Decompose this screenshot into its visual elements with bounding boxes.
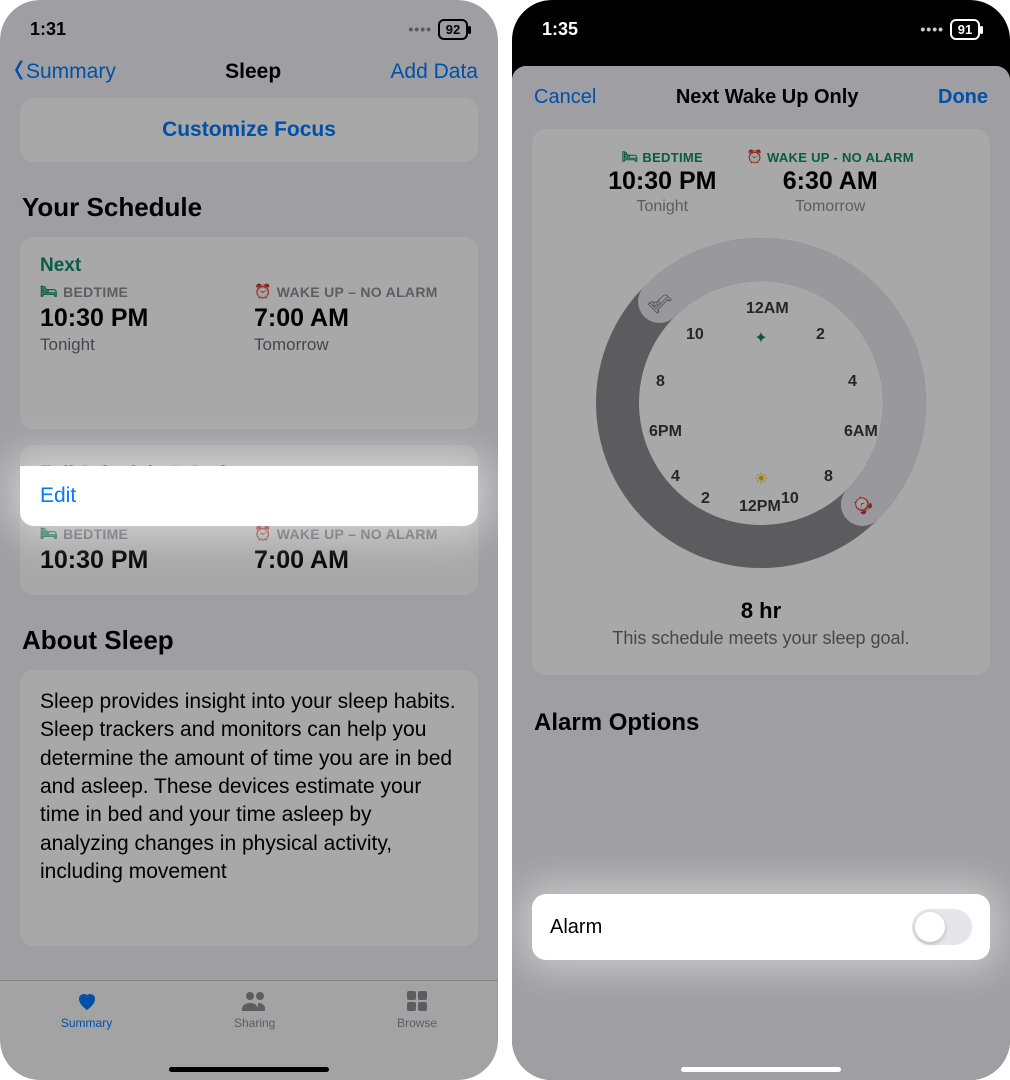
- goal-message: This schedule meets your sleep goal.: [542, 628, 980, 649]
- alarm-toggle-row[interactable]: Alarm: [532, 894, 990, 960]
- goal-hours: 8 hr: [542, 598, 980, 624]
- alarm-icon: ⏰: [746, 149, 763, 165]
- add-data-button[interactable]: Add Data: [390, 60, 478, 84]
- status-time: 1:35: [542, 19, 578, 40]
- home-indicator: [681, 1067, 841, 1072]
- alarm-icon: ⏰: [254, 525, 272, 542]
- battery-badge: 91: [950, 19, 980, 40]
- people-icon: [241, 989, 269, 1013]
- tab-summary[interactable]: Summary: [61, 989, 112, 1080]
- tab-browse[interactable]: Browse: [397, 989, 437, 1080]
- alarm-toggle[interactable]: [912, 909, 972, 945]
- svg-text:☀: ☀: [754, 471, 768, 488]
- alarm-options-heading: Alarm Options: [534, 709, 988, 737]
- about-text: Sleep provides insight into your sleep h…: [20, 670, 478, 946]
- sheet-title: Next Wake Up Only: [676, 86, 859, 109]
- signal-dots: ••••: [408, 21, 432, 37]
- bedtime-value: 10:30 PM: [608, 167, 716, 196]
- battery-badge: 92: [438, 19, 468, 40]
- wakeup-value: 7:00 AM: [254, 304, 458, 333]
- done-button[interactable]: Done: [938, 86, 988, 109]
- sleep-dial[interactable]: 🛏 ⏰ ✦ ☀ 12AM 2 4 6AM 8 10 12PM 2 4 6PM: [586, 228, 936, 578]
- alarm-icon: ⏰: [254, 283, 272, 300]
- bed-icon: 🛏: [40, 283, 58, 300]
- tab-bar: Summary Sharing Browse: [0, 980, 498, 1080]
- svg-text:✦: ✦: [754, 330, 767, 347]
- schedule-heading: Your Schedule: [22, 192, 476, 223]
- heart-icon: [73, 989, 101, 1013]
- customize-focus-button[interactable]: Customize Focus: [20, 98, 478, 162]
- status-time: 1:31: [30, 19, 66, 40]
- next-label: Next: [40, 255, 458, 277]
- chevron-left-icon: ‹: [14, 59, 24, 78]
- home-indicator: [169, 1067, 329, 1072]
- cancel-button[interactable]: Cancel: [534, 86, 596, 109]
- bedtime-value: 10:30 PM: [40, 304, 244, 333]
- signal-dots: ••••: [920, 21, 944, 37]
- back-summary[interactable]: ‹ Summary: [14, 60, 116, 84]
- grid-icon: [403, 989, 431, 1013]
- page-title: Sleep: [225, 60, 281, 84]
- wakeup-value: 6:30 AM: [746, 167, 913, 196]
- edit-button[interactable]: Edit: [20, 466, 478, 526]
- bed-icon: 🛏: [622, 149, 639, 165]
- bed-icon: 🛏: [40, 525, 58, 542]
- about-heading: About Sleep: [22, 625, 476, 656]
